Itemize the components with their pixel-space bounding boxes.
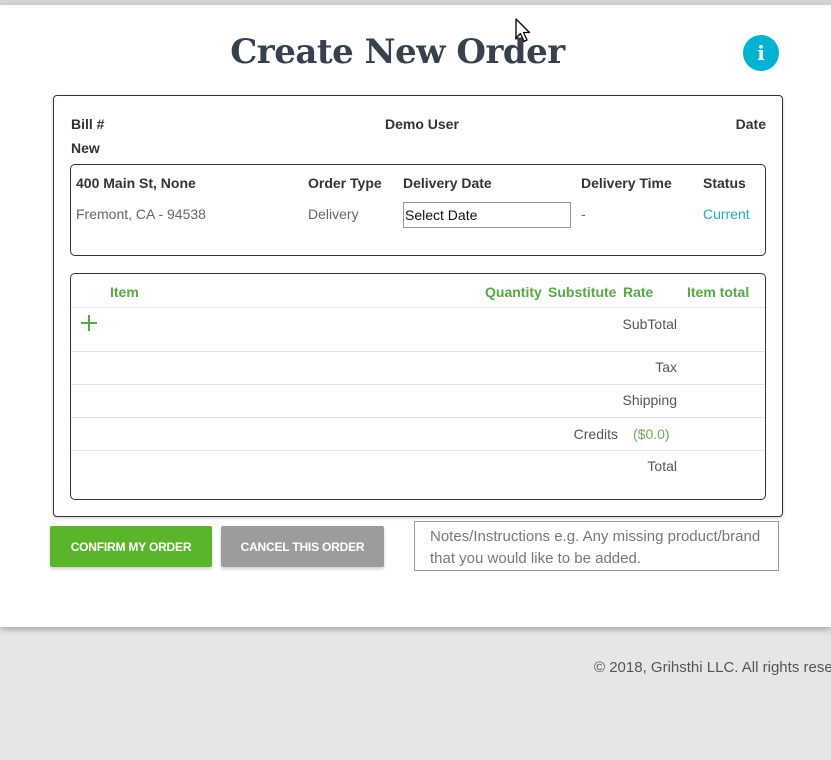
credits-value: ($0.0) (633, 426, 670, 442)
info-icon-glyph: i (757, 41, 765, 65)
row-divider (71, 450, 765, 451)
shipping-label: Shipping (622, 392, 678, 408)
credits-label: Credits (573, 426, 618, 442)
date-label: Date (735, 116, 766, 132)
items-table: Item Quantity Substitute Rate Item total… (70, 273, 766, 500)
address-line1: 400 Main St, None (76, 175, 196, 191)
status-value: Current (703, 206, 750, 222)
delivery-date-input[interactable]: Select Date (403, 202, 571, 228)
delivery-time-label: Delivery Time (581, 175, 672, 191)
order-type-value: Delivery (308, 206, 359, 222)
row-divider (71, 351, 765, 352)
col-item-total: Item total (687, 284, 750, 300)
header-divider (71, 307, 765, 308)
address-line2: Fremont, CA - 94538 (76, 206, 206, 222)
tax-label: Tax (655, 359, 677, 375)
page-title: Create New Order (230, 32, 565, 72)
footer-copyright: © 2018, Grihsthi LLC. All rights reserve… (594, 659, 831, 676)
confirm-order-button[interactable]: CONFIRM MY ORDER (50, 526, 212, 567)
user-name: Demo User (385, 116, 459, 132)
col-substitute: Substitute (548, 284, 617, 300)
row-divider (71, 384, 765, 385)
plus-icon[interactable] (80, 314, 98, 332)
row-divider (71, 417, 765, 418)
subtotal-label: SubTotal (622, 316, 677, 332)
info-icon[interactable]: i (743, 35, 779, 71)
bill-label: Bill # (71, 116, 105, 132)
delivery-date-label: Delivery Date (403, 175, 492, 191)
col-quantity: Quantity (485, 284, 542, 300)
mouse-cursor-icon (515, 18, 531, 43)
col-rate: Rate (623, 284, 654, 300)
notes-input[interactable] (414, 521, 779, 571)
total-label: Total (647, 458, 677, 474)
bill-value: New (71, 140, 100, 156)
delivery-time-value: - (581, 206, 586, 222)
col-item: Item (110, 284, 139, 300)
status-label: Status (703, 175, 746, 191)
delivery-info-box: 400 Main St, None Fremont, CA - 94538 Or… (70, 164, 766, 256)
order-panel: Bill # New Demo User Date 400 Main St, N… (53, 95, 783, 517)
cancel-order-button[interactable]: CANCEL THIS ORDER (221, 526, 384, 567)
order-type-label: Order Type (308, 175, 382, 191)
